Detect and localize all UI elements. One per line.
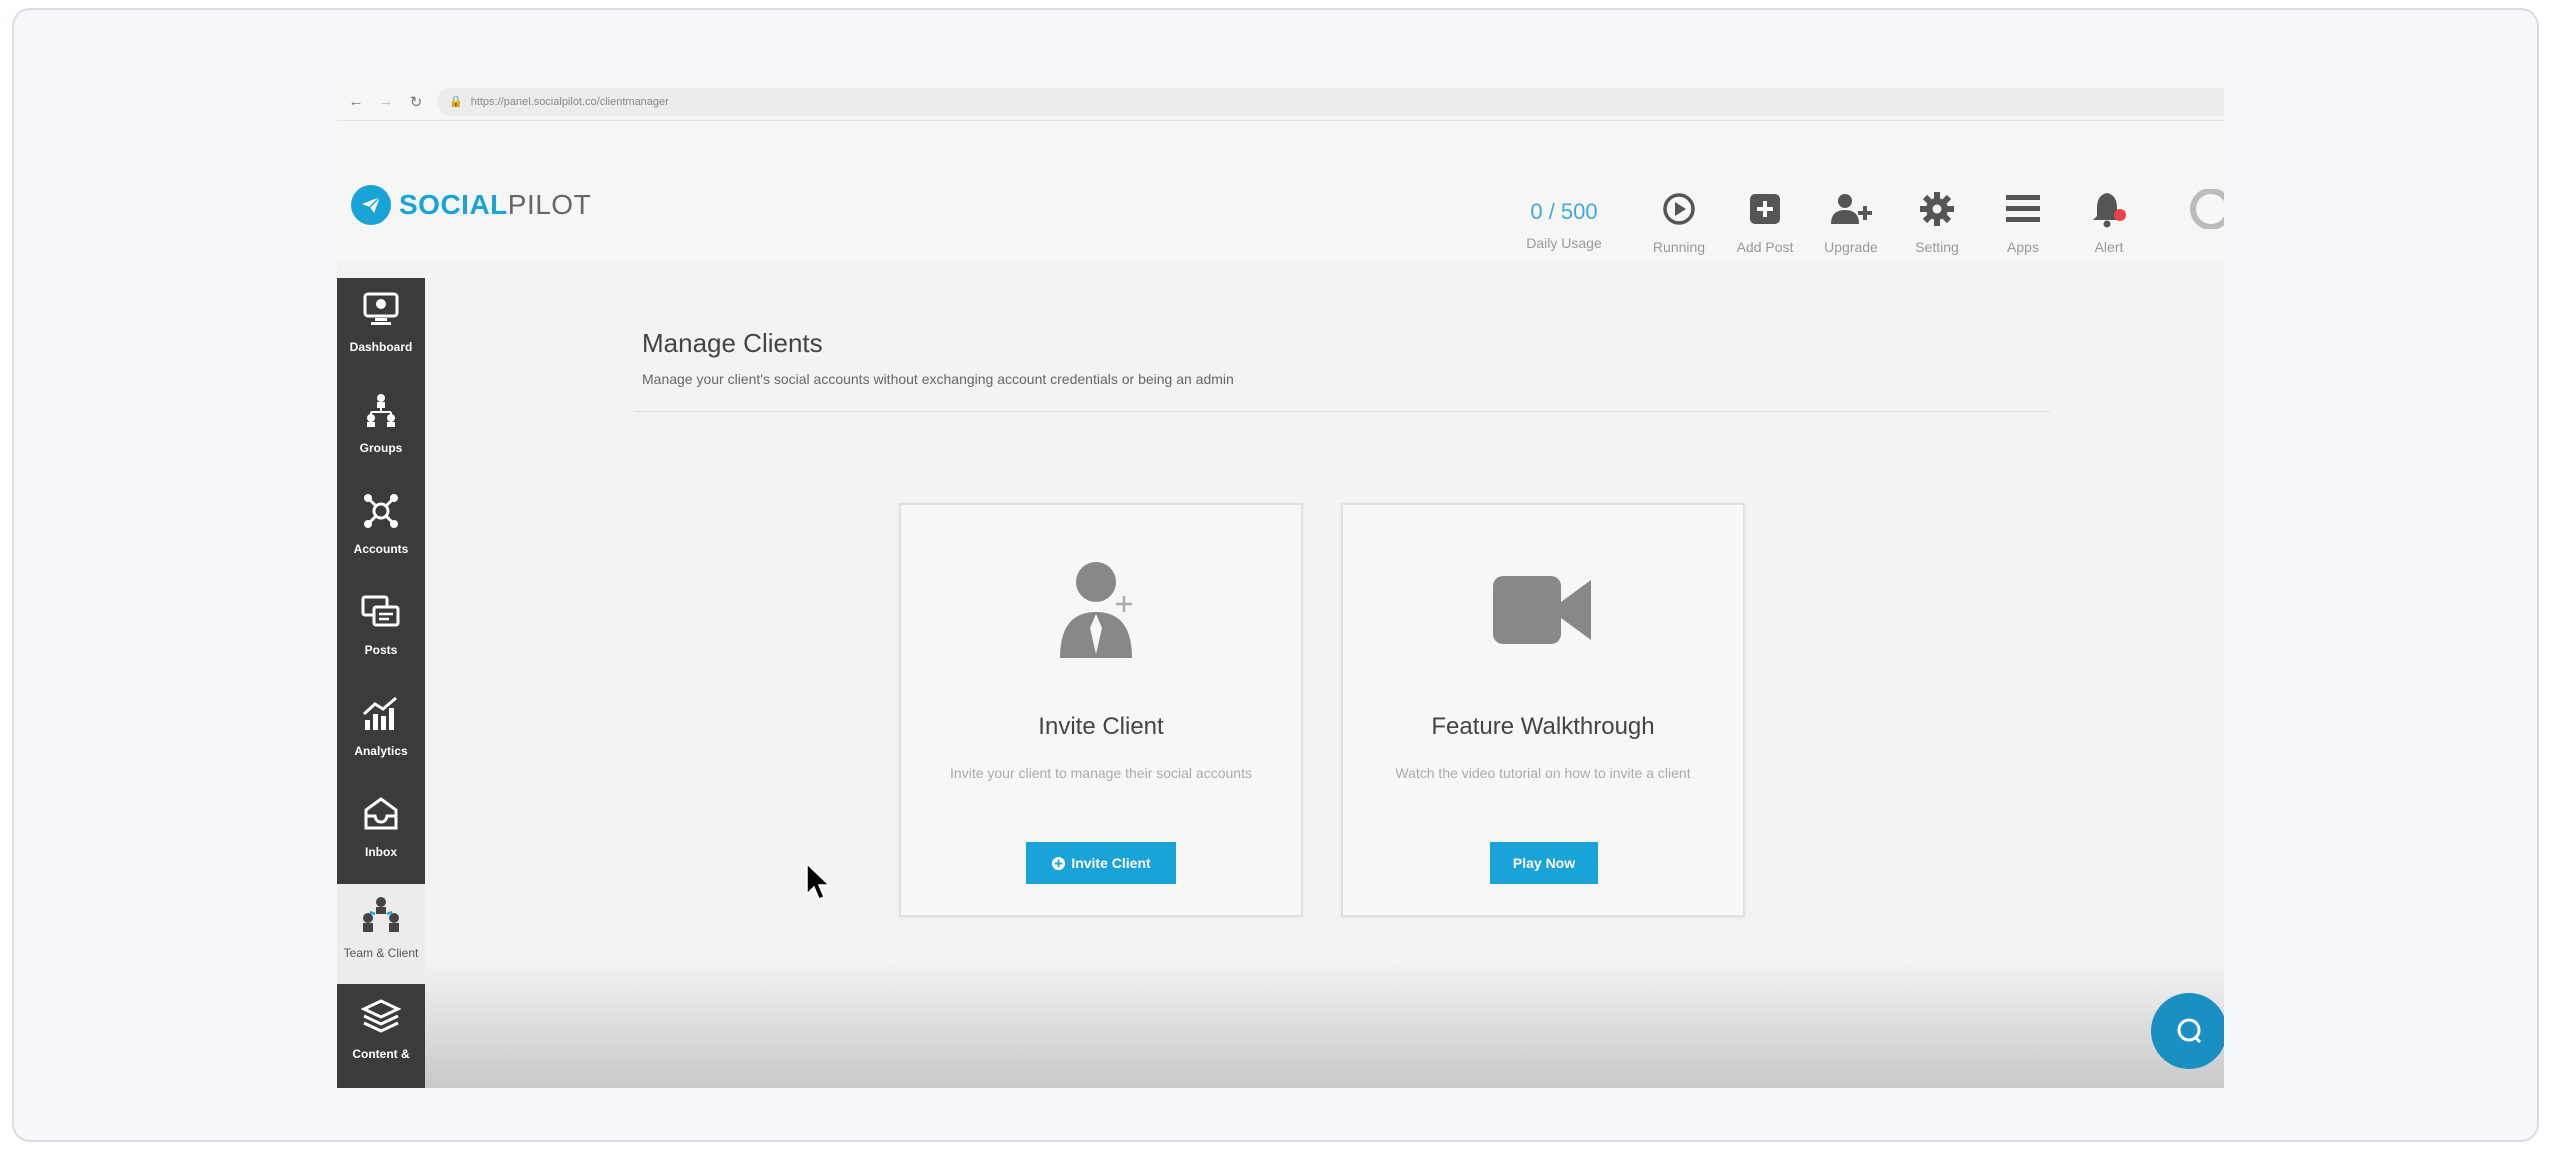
page-subtitle: Manage your client's social accounts wit… [642, 371, 1234, 387]
gear-icon [1897, 189, 1977, 229]
card-description: Watch the video tutorial on how to invit… [1395, 765, 1691, 781]
paper-plane-icon [351, 185, 391, 225]
running-label: Running [1652, 239, 1706, 255]
sidebar-label: Groups [359, 441, 403, 455]
profile-avatar-partial[interactable] [2185, 189, 2224, 229]
invite-client-button[interactable]: Invite Client [1026, 842, 1176, 884]
sidebar-item-groups[interactable]: Groups [337, 379, 425, 479]
lock-icon: 🔒 [449, 96, 463, 108]
avatar-icon [2185, 189, 2224, 229]
logo-text: SOCIALPILOT [399, 189, 591, 221]
team-client-icon [337, 884, 425, 946]
url-text: https://panel.socialpilot.co/clientmanag… [470, 95, 669, 108]
address-bar[interactable]: 🔒 https://panel.socialpilot.co/clientman… [437, 87, 2224, 116]
invite-client-card: Invite Client Invite your client to mana… [899, 503, 1303, 917]
app-screen: ← → ↻ 🔒 https://panel.socialpilot.co/cli… [337, 83, 2224, 1088]
plus-square-icon [1725, 189, 1805, 229]
sidebar: Dashboard Groups Accounts Posts Analytic… [337, 278, 425, 1088]
browser-bar: ← → ↻ 🔒 https://panel.socialpilot.co/cli… [337, 83, 2224, 121]
monitor-icon [337, 278, 425, 340]
reload-icon[interactable]: ↻ [405, 93, 427, 111]
sidebar-label: Analytics [354, 744, 408, 758]
sidebar-label: Team & Client [343, 946, 419, 960]
video-camera-icon [1343, 555, 1743, 665]
logo-text-bold: SOCIAL [399, 189, 508, 220]
sidebar-item-dashboard[interactable]: Dashboard [337, 278, 425, 378]
add-post-button[interactable]: Add Post [1725, 189, 1805, 255]
sidebar-label: Inbox [365, 845, 397, 859]
play-now-button[interactable]: Play Now [1490, 842, 1598, 884]
app-header: SOCIALPILOT 0 / 500 Daily Usage Running … [337, 121, 2224, 261]
logo-text-light: PILOT [507, 189, 592, 220]
accounts-network-icon [337, 480, 425, 542]
groups-icon [337, 379, 425, 441]
sidebar-label: Dashboard [349, 340, 413, 354]
add-post-label: Add Post [1736, 239, 1794, 255]
sidebar-item-accounts[interactable]: Accounts [337, 480, 425, 580]
back-icon[interactable]: ← [345, 93, 367, 110]
bell-icon [2069, 189, 2149, 229]
user-add-icon [901, 555, 1301, 665]
chat-support-button[interactable] [2151, 993, 2224, 1069]
sidebar-label: Accounts [353, 542, 409, 556]
mouse-cursor-icon [805, 862, 833, 907]
daily-usage: 0 / 500 Daily Usage [1509, 199, 1619, 251]
sidebar-item-inbox[interactable]: Inbox [337, 783, 425, 883]
card-title: Invite Client [1038, 713, 1164, 740]
alert-label: Alert [2094, 239, 2124, 255]
sidebar-item-team-client[interactable]: Team & Client [337, 884, 425, 984]
title-divider [635, 411, 2050, 412]
socialpilot-logo[interactable]: SOCIALPILOT [351, 185, 591, 225]
inbox-icon [337, 783, 425, 845]
card-title: Feature Walkthrough [1431, 713, 1655, 740]
sidebar-label: Content & [352, 1047, 410, 1061]
alert-button[interactable]: Alert [2069, 189, 2149, 255]
apps-label: Apps [2007, 239, 2039, 255]
user-plus-icon [1811, 189, 1891, 229]
upgrade-label: Upgrade [1824, 239, 1878, 255]
sidebar-item-content[interactable]: Content & [337, 985, 425, 1085]
apps-button[interactable]: Apps [1983, 189, 2063, 255]
play-now-button-label: Play Now [1512, 855, 1576, 871]
menu-icon [1983, 189, 2063, 229]
sidebar-label: Posts [364, 643, 398, 657]
plus-circle-icon [1051, 856, 1066, 871]
posts-icon [337, 581, 425, 643]
card-description: Invite your client to manage their socia… [950, 765, 1252, 781]
chat-icon [2174, 1016, 2204, 1046]
running-button[interactable]: Running [1639, 189, 1719, 255]
page-title: Manage Clients [642, 328, 823, 358]
content-layers-icon [337, 985, 425, 1047]
setting-button[interactable]: Setting [1897, 189, 1977, 255]
sidebar-item-posts[interactable]: Posts [337, 581, 425, 681]
feature-walkthrough-card: Feature Walkthrough Watch the video tuto… [1341, 503, 1745, 917]
forward-icon[interactable]: → [375, 93, 397, 110]
upgrade-button[interactable]: Upgrade [1811, 189, 1891, 255]
usage-count: 0 / 500 [1530, 199, 1598, 224]
analytics-icon [337, 682, 425, 744]
sidebar-item-analytics[interactable]: Analytics [337, 682, 425, 782]
bottom-fade [425, 961, 2224, 1088]
usage-label: Daily Usage [1526, 235, 1602, 251]
invite-client-button-label: Invite Client [1071, 855, 1151, 871]
setting-label: Setting [1915, 239, 1959, 255]
play-circle-icon [1639, 189, 1719, 229]
